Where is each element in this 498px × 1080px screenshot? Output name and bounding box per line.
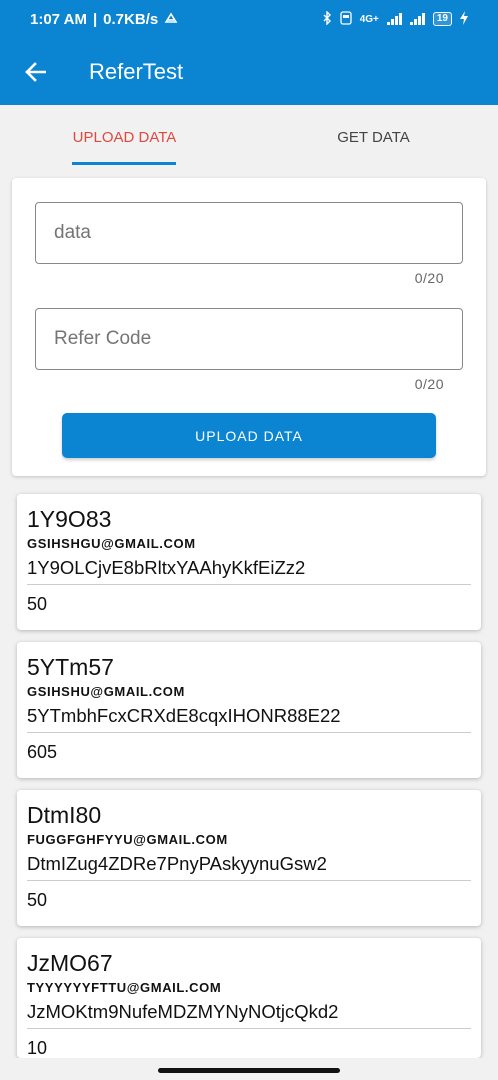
record-email: GSIHSHGU@GMAIL.COM xyxy=(27,536,196,551)
data-saver-icon xyxy=(164,11,178,28)
charging-icon xyxy=(460,10,468,28)
signal-icon xyxy=(386,13,402,25)
record-key: DtmIZug4ZDRe7PnyPAskyynuGsw2 xyxy=(27,853,327,874)
app-bar: ReferTest xyxy=(0,38,498,105)
record-email: FUGGFGHFYYU@GMAIL.COM xyxy=(27,832,228,847)
status-time: 1:07 AM xyxy=(30,10,87,28)
tab-bar: UPLOAD DATA GET DATA xyxy=(0,105,498,169)
home-indicator[interactable] xyxy=(158,1068,340,1073)
upload-data-button[interactable]: UPLOAD DATA xyxy=(62,413,436,458)
signal-icon-2 xyxy=(409,13,425,25)
record-code: 5YTm57 xyxy=(27,654,114,680)
record-count: 50 xyxy=(27,890,48,910)
upload-form-card: 0/20 0/20 UPLOAD DATA xyxy=(12,178,486,476)
record-email: TYYYYYYFTTU@GMAIL.COM xyxy=(27,980,222,995)
back-arrow-icon[interactable] xyxy=(0,38,70,105)
status-separator: | xyxy=(92,10,98,28)
record-card[interactable]: JzMO67 TYYYYYYFTTU@GMAIL.COM JzMOKtm9Nuf… xyxy=(17,938,481,1058)
record-card[interactable]: 1Y9O83 GSIHSHGU@GMAIL.COM 1Y9OLCjvE8bRlt… xyxy=(17,494,481,630)
record-code: JzMO67 xyxy=(27,950,113,976)
volte-icon xyxy=(340,10,352,28)
battery-icon: 19 xyxy=(432,12,452,26)
record-divider xyxy=(27,584,471,585)
record-key: 5YTmbhFcxCRXdE8cqxIHONR88E22 xyxy=(27,705,341,726)
battery-level: 19 xyxy=(436,13,448,24)
record-count: 50 xyxy=(27,594,48,614)
active-tab-indicator xyxy=(72,162,176,165)
record-divider xyxy=(27,732,471,733)
record-key: JzMOKtm9NufeMDZMYNyNOtjcQkd2 xyxy=(27,1001,339,1022)
record-code: DtmI80 xyxy=(27,802,102,828)
record-count: 10 xyxy=(27,1038,48,1058)
status-bar: 1:07 AM | 0.7KB/s 4G+ 19 xyxy=(0,0,498,38)
status-speed: 0.7KB/s xyxy=(103,10,159,28)
record-card[interactable]: DtmI80 FUGGFGHFYYU@GMAIL.COM DtmIZug4ZDR… xyxy=(17,790,481,926)
record-code: 1Y9O83 xyxy=(27,506,112,532)
record-divider xyxy=(27,1028,471,1029)
app-title: ReferTest xyxy=(89,58,184,84)
record-email: GSIHSHU@GMAIL.COM xyxy=(27,684,185,699)
bluetooth-icon xyxy=(322,9,332,28)
tab-get-data[interactable]: GET DATA xyxy=(249,105,498,169)
record-divider xyxy=(27,880,471,881)
refer-code-input[interactable] xyxy=(35,308,463,370)
tab-upload-data[interactable]: UPLOAD DATA xyxy=(0,105,249,169)
record-key: 1Y9OLCjvE8bRltxYAAhyKkfEiZz2 xyxy=(27,557,306,578)
navigation-bar xyxy=(0,1058,498,1080)
record-count: 605 xyxy=(27,742,58,762)
data-input[interactable] xyxy=(35,202,463,264)
network-type: 4G+ xyxy=(359,13,379,25)
record-card[interactable]: 5YTm57 GSIHSHU@GMAIL.COM 5YTmbhFcxCRXdE8… xyxy=(17,642,481,778)
data-char-counter: 0/20 xyxy=(414,270,444,286)
refer-code-char-counter: 0/20 xyxy=(414,376,444,392)
